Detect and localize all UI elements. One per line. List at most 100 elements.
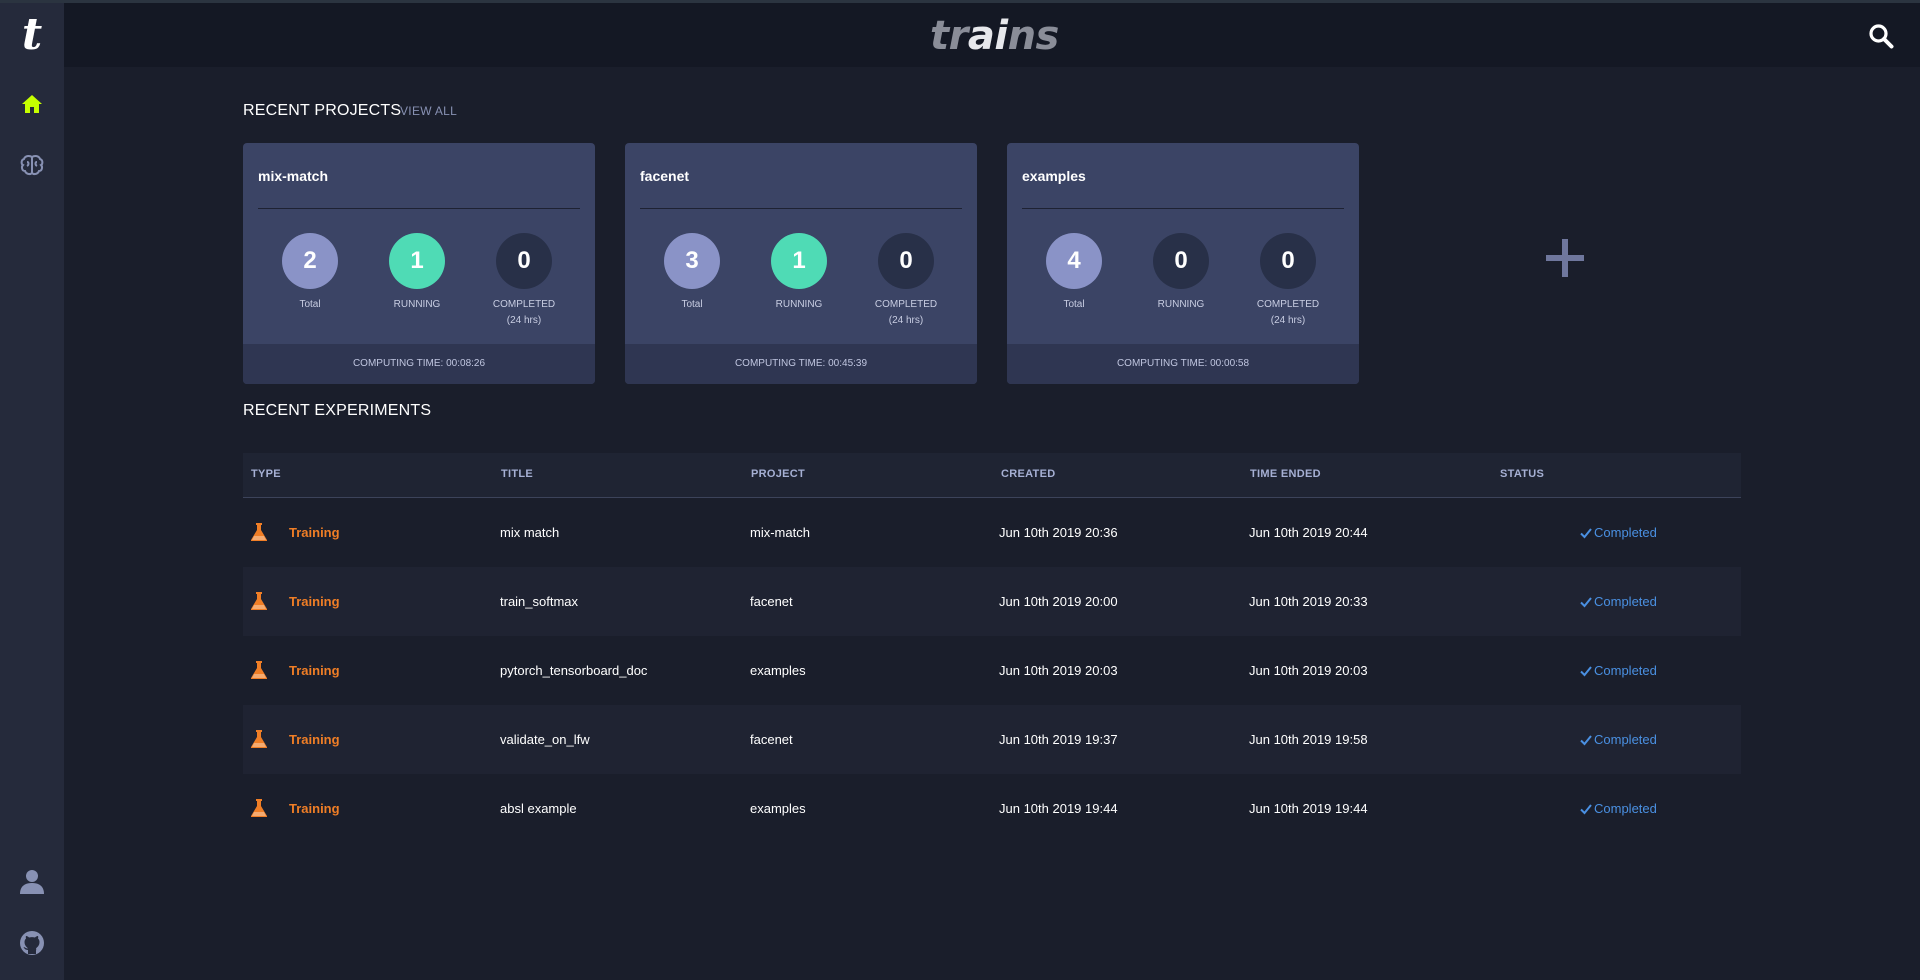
completed-label-text: COMPLETED <box>874 299 938 310</box>
flask-icon <box>251 730 267 748</box>
experiment-created: Jun 10th 2019 20:36 <box>999 525 1118 540</box>
experiment-type: Training <box>289 525 340 540</box>
completed-label-sub: (24 hrs) <box>506 315 542 326</box>
column-header-project[interactable]: PROJECT <box>751 468 805 480</box>
experiment-type: Training <box>289 594 340 609</box>
project-name: examples <box>1022 168 1086 184</box>
flask-icon <box>251 523 267 541</box>
total-label: Total <box>1063 299 1085 310</box>
experiment-title: absl example <box>500 801 577 816</box>
sidebar-item-home[interactable] <box>0 77 64 131</box>
column-header-title[interactable]: TITLE <box>501 468 533 480</box>
table-row[interactable]: Training validate_on_lfw facenet Jun 10t… <box>243 705 1741 774</box>
completed-label: COMPLETED (24 hrs) <box>1248 297 1328 329</box>
view-all-link[interactable]: VIEW ALL <box>400 104 457 118</box>
sidebar: t <box>0 3 64 980</box>
recent-experiments-title: RECENT EXPERIMENTS <box>243 402 432 419</box>
experiment-status: Completed <box>1580 663 1657 678</box>
running-count: 1 <box>771 233 827 289</box>
experiment-time-ended: Jun 10th 2019 19:58 <box>1249 732 1368 747</box>
running-label: RUNNING <box>393 299 441 310</box>
recent-projects-title: RECENT PROJECTS <box>243 102 402 119</box>
total-label: Total <box>681 299 703 310</box>
plus-icon <box>1546 239 1584 277</box>
completed-label-sub: (24 hrs) <box>888 315 924 326</box>
experiments-table: TYPE TITLE PROJECT CREATED TIME ENDED ST… <box>243 453 1741 843</box>
computing-time: COMPUTING TIME: 00:08:26 <box>243 344 595 384</box>
total-count: 3 <box>664 233 720 289</box>
brand-logo[interactable]: trains <box>930 11 1060 61</box>
sidebar-item-profile[interactable] <box>0 854 64 908</box>
experiment-project: mix-match <box>750 525 810 540</box>
total-count: 4 <box>1046 233 1102 289</box>
completed-count: 0 <box>878 233 934 289</box>
experiment-status: Completed <box>1580 594 1657 609</box>
stat-total: 2 Total <box>270 233 350 313</box>
project-name: facenet <box>640 168 690 184</box>
search-button[interactable] <box>1866 21 1896 51</box>
home-icon <box>22 95 42 113</box>
column-header-status[interactable]: STATUS <box>1500 468 1544 480</box>
experiment-type: Training <box>289 732 340 747</box>
experiment-title: validate_on_lfw <box>500 732 590 747</box>
sidebar-item-models[interactable] <box>0 138 64 192</box>
brain-icon <box>20 154 44 176</box>
experiment-project: examples <box>750 663 806 678</box>
experiment-project: examples <box>750 801 806 816</box>
flask-icon <box>251 592 267 610</box>
brand-prefix: tr <box>930 13 968 59</box>
app-logo[interactable]: t <box>0 3 64 67</box>
check-icon <box>1580 734 1592 745</box>
check-icon <box>1580 803 1592 814</box>
table-row[interactable]: Training mix match mix-match Jun 10th 20… <box>243 498 1741 567</box>
column-header-type[interactable]: TYPE <box>251 468 281 480</box>
sidebar-item-github[interactable] <box>0 916 64 970</box>
table-header: TYPE TITLE PROJECT CREATED TIME ENDED ST… <box>243 453 1741 498</box>
experiment-created: Jun 10th 2019 19:37 <box>999 732 1118 747</box>
experiment-title: pytorch_tensorboard_doc <box>500 663 648 678</box>
stat-running: 1 RUNNING <box>377 233 457 313</box>
experiment-status: Completed <box>1580 525 1657 540</box>
table-row[interactable]: Training pytorch_tensorboard_doc example… <box>243 636 1741 705</box>
experiment-created: Jun 10th 2019 20:00 <box>999 594 1118 609</box>
experiment-status: Completed <box>1580 801 1657 816</box>
table-row[interactable]: Training train_softmax facenet Jun 10th … <box>243 567 1741 636</box>
stat-completed: 0 COMPLETED (24 hrs) <box>484 233 564 329</box>
stat-total: 3 Total <box>652 233 732 313</box>
check-icon <box>1580 665 1592 676</box>
flask-icon <box>251 661 267 679</box>
experiment-title: train_softmax <box>500 594 579 609</box>
experiment-project: facenet <box>750 732 793 747</box>
check-icon <box>1580 596 1592 607</box>
project-card-mix-match[interactable]: mix-match 2 Total 1 RUNNING 0 COMPLETED (… <box>243 143 595 384</box>
stat-completed: 0 COMPLETED (24 hrs) <box>1248 233 1328 329</box>
completed-count: 0 <box>1260 233 1316 289</box>
completed-label: COMPLETED (24 hrs) <box>866 297 946 329</box>
experiment-project: facenet <box>750 594 793 609</box>
experiment-type: Training <box>289 663 340 678</box>
completed-label-text: COMPLETED <box>492 299 556 310</box>
table-row[interactable]: Training absl example examples Jun 10th … <box>243 774 1741 843</box>
total-label: Total <box>299 299 321 310</box>
user-icon <box>20 870 44 894</box>
top-header: trains <box>64 3 1920 67</box>
add-project-button[interactable] <box>1540 233 1590 283</box>
stat-running: 1 RUNNING <box>759 233 839 313</box>
experiment-time-ended: Jun 10th 2019 20:33 <box>1249 594 1368 609</box>
stat-completed: 0 COMPLETED (24 hrs) <box>866 233 946 329</box>
running-count: 0 <box>1153 233 1209 289</box>
experiment-created: Jun 10th 2019 19:44 <box>999 801 1118 816</box>
computing-time: COMPUTING TIME: 00:00:58 <box>1007 344 1359 384</box>
stat-running: 0 RUNNING <box>1141 233 1221 313</box>
experiment-time-ended: Jun 10th 2019 20:44 <box>1249 525 1368 540</box>
running-label: RUNNING <box>1157 299 1205 310</box>
search-icon <box>1869 24 1894 49</box>
experiment-type: Training <box>289 801 340 816</box>
project-card-facenet[interactable]: facenet 3 Total 1 RUNNING 0 COMPLETED (24… <box>625 143 977 384</box>
column-header-time-ended[interactable]: TIME ENDED <box>1250 468 1321 480</box>
project-card-examples[interactable]: examples 4 Total 0 RUNNING 0 COMPLETED (2… <box>1007 143 1359 384</box>
column-header-created[interactable]: CREATED <box>1001 468 1055 480</box>
stat-total: 4 Total <box>1034 233 1114 313</box>
experiment-created: Jun 10th 2019 20:03 <box>999 663 1118 678</box>
logo-letter: t <box>21 9 43 60</box>
